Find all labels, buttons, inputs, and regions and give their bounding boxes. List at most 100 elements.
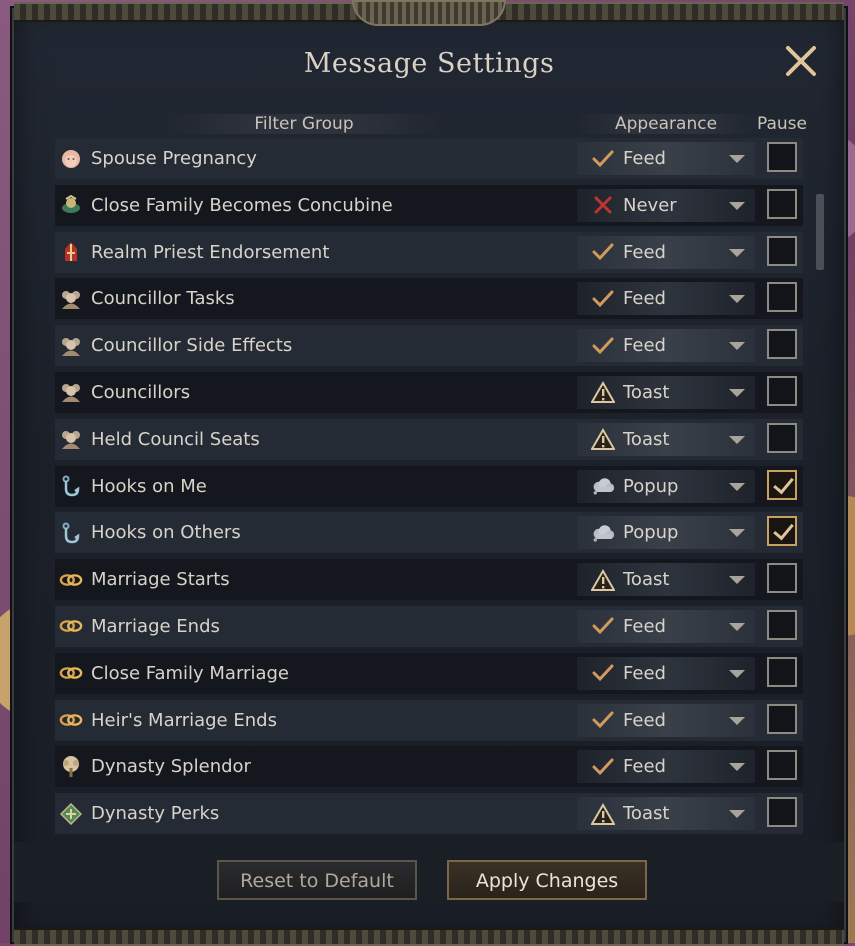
- filter-row: Hooks on Others Popup: [55, 512, 803, 554]
- pause-checkbox[interactable]: [767, 609, 797, 640]
- hook-icon: [59, 474, 83, 498]
- pause-header: Pause: [757, 114, 807, 134]
- filter-row-label: Heir's Marriage Ends: [91, 709, 277, 731]
- appearance-dropdown[interactable]: Feed: [577, 609, 755, 643]
- pause-checkbox[interactable]: [767, 422, 797, 453]
- filter-row-label: Hooks on Me: [91, 475, 207, 497]
- filter-row-label: Dynasty Perks: [91, 803, 220, 825]
- checkmark-icon: [591, 614, 615, 638]
- appearance-dropdown-value: Popup: [623, 475, 679, 497]
- pause-checkbox[interactable]: [767, 329, 797, 360]
- footer-bar: [14, 842, 844, 902]
- close-button[interactable]: [784, 44, 818, 78]
- filter-row: Heir's Marriage Ends Feed: [55, 699, 803, 741]
- council-icon: [59, 334, 83, 358]
- filter-row: Held Council Seats Toast: [55, 418, 803, 460]
- chevron-down-icon: [729, 576, 745, 585]
- rings-icon: [59, 614, 83, 638]
- filter-list: Spouse Pregnancy Feed Close Family Becomes…: [55, 138, 803, 842]
- chevron-down-icon: [729, 763, 745, 772]
- appearance-dropdown[interactable]: Feed: [577, 282, 755, 316]
- filter-group-header: Filter Group: [164, 114, 444, 134]
- chevron-down-icon: [729, 248, 745, 257]
- bottom-ornament: [14, 928, 844, 946]
- appearance-dropdown-value: Never: [623, 194, 677, 216]
- pause-checkbox[interactable]: [767, 235, 797, 266]
- checkmark-icon: [591, 755, 615, 779]
- appearance-dropdown[interactable]: Never: [577, 188, 755, 222]
- checkmark-icon: [591, 334, 615, 358]
- pause-checkbox[interactable]: [767, 797, 797, 828]
- filter-row-label: Spouse Pregnancy: [91, 148, 257, 169]
- chevron-down-icon: [729, 295, 745, 304]
- chevron-down-icon: [729, 716, 745, 725]
- filter-row: Dynasty Splendor Feed: [55, 746, 803, 788]
- filter-row: Councillors Toast: [55, 371, 803, 413]
- appearance-dropdown-value: Popup: [623, 522, 679, 544]
- appearance-dropdown[interactable]: Feed: [577, 142, 755, 175]
- filter-row-label: Dynasty Splendor: [91, 756, 251, 778]
- filter-row-label: Hooks on Others: [91, 522, 241, 544]
- tree-icon: [59, 755, 83, 779]
- scrollbar[interactable]: [814, 138, 826, 842]
- message-settings-window: Message Settings Filter Group Appearance…: [12, 2, 846, 946]
- pause-checkbox[interactable]: [767, 703, 797, 734]
- apply-changes-button[interactable]: Apply Changes: [447, 860, 647, 900]
- appearance-header: Appearance: [576, 114, 756, 134]
- concubine-icon: [59, 193, 83, 217]
- pause-checkbox[interactable]: [767, 375, 797, 406]
- reset-to-default-button[interactable]: Reset to Default: [217, 860, 417, 900]
- pause-checkbox[interactable]: [767, 516, 797, 547]
- hook-icon: [59, 521, 83, 545]
- chevron-down-icon: [729, 342, 745, 351]
- pause-checkbox[interactable]: [767, 656, 797, 687]
- filter-row-label: Councillor Tasks: [91, 288, 235, 310]
- filter-row: Spouse Pregnancy Feed: [55, 138, 803, 179]
- chevron-down-icon: [729, 435, 745, 444]
- appearance-dropdown-value: Toast: [623, 381, 670, 403]
- appearance-dropdown[interactable]: Feed: [577, 703, 755, 737]
- pause-checkbox[interactable]: [767, 563, 797, 594]
- warning-icon: [591, 802, 615, 826]
- appearance-dropdown-value: Feed: [623, 615, 666, 637]
- scrollbar-thumb[interactable]: [816, 194, 824, 270]
- filter-row: Marriage Starts Toast: [55, 559, 803, 601]
- warning-icon: [591, 427, 615, 451]
- chevron-down-icon: [729, 201, 745, 210]
- appearance-dropdown[interactable]: Toast: [577, 375, 755, 409]
- pause-checkbox[interactable]: [767, 750, 797, 781]
- baby-icon: [59, 147, 83, 171]
- checkmark-icon: [591, 708, 615, 732]
- pause-checkbox[interactable]: [767, 469, 797, 500]
- pause-checkbox[interactable]: [767, 142, 797, 172]
- appearance-dropdown[interactable]: Popup: [577, 516, 755, 550]
- appearance-dropdown[interactable]: Toast: [577, 422, 755, 456]
- appearance-dropdown-value: Feed: [623, 709, 666, 731]
- filter-row: Close Family Marriage Feed: [55, 652, 803, 694]
- chevron-down-icon: [729, 529, 745, 538]
- filter-row-label: Councillor Side Effects: [91, 335, 293, 357]
- appearance-dropdown[interactable]: Toast: [577, 797, 755, 831]
- chevron-down-icon: [729, 155, 745, 163]
- pause-checkbox[interactable]: [767, 282, 797, 313]
- chevron-down-icon: [729, 810, 745, 819]
- appearance-dropdown[interactable]: Popup: [577, 469, 755, 503]
- appearance-dropdown[interactable]: Feed: [577, 329, 755, 363]
- appearance-dropdown[interactable]: Feed: [577, 235, 755, 269]
- filter-row-label: Realm Priest Endorsement: [91, 241, 330, 263]
- appearance-dropdown[interactable]: Toast: [577, 563, 755, 597]
- chevron-down-icon: [729, 388, 745, 397]
- appearance-dropdown-value: Toast: [623, 803, 670, 825]
- filter-row: Hooks on Me Popup: [55, 465, 803, 507]
- rings-icon: [59, 708, 83, 732]
- appearance-dropdown[interactable]: Feed: [577, 656, 755, 690]
- cloud-icon: [591, 474, 615, 498]
- appearance-dropdown[interactable]: Feed: [577, 750, 755, 784]
- checkmark-icon: [591, 661, 615, 685]
- filter-row: Close Family Becomes Concubine Never: [55, 184, 803, 226]
- warning-icon: [591, 568, 615, 592]
- appearance-dropdown-value: Feed: [623, 288, 666, 310]
- close-icon: [784, 44, 818, 78]
- pause-checkbox[interactable]: [767, 188, 797, 219]
- appearance-dropdown-value: Feed: [623, 241, 666, 263]
